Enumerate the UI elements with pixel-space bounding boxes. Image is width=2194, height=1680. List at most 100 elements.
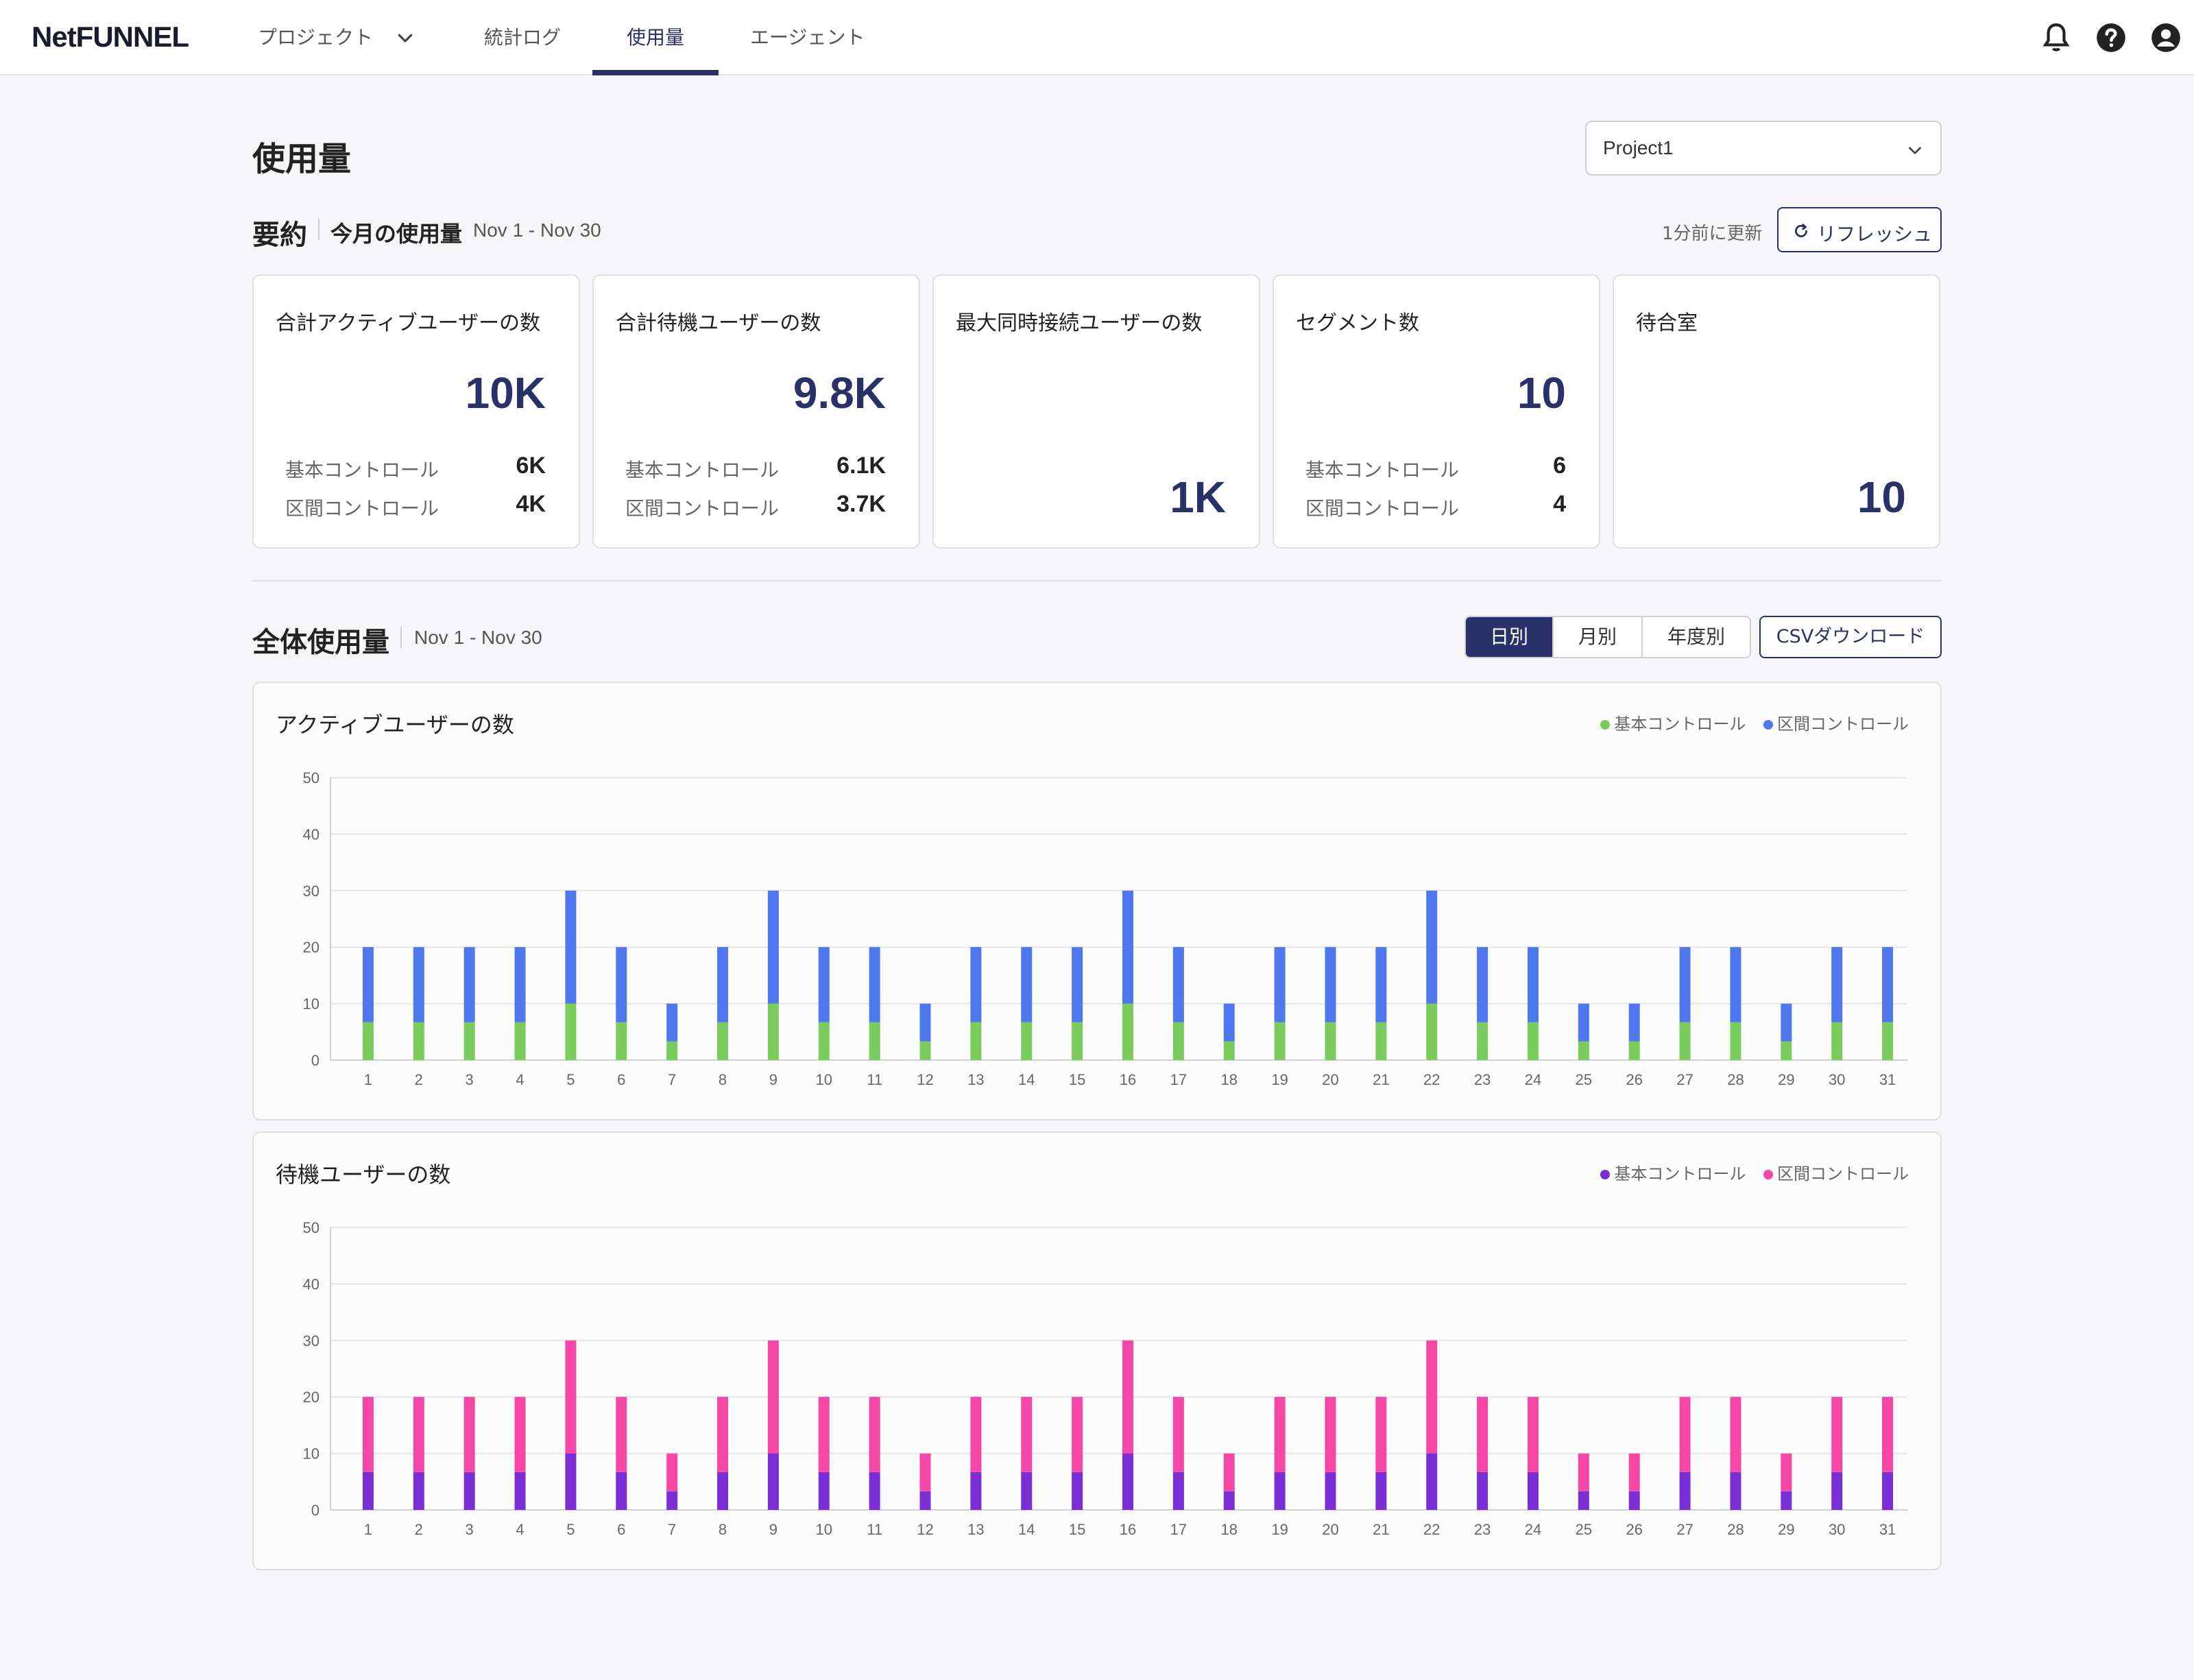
bar-basic <box>1628 1041 1640 1060</box>
card-row-label: 区間コントロール <box>625 497 780 520</box>
bar-section <box>1172 947 1184 1022</box>
account-icon[interactable] <box>2149 21 2183 55</box>
x-tick-label: 2 <box>415 1521 423 1538</box>
x-tick-label: 14 <box>1018 1521 1035 1538</box>
summary-subheading: 今月の使用量 <box>330 221 463 247</box>
x-tick-label: 21 <box>1373 1071 1389 1088</box>
x-tick-label: 20 <box>1322 1071 1338 1088</box>
bar-basic <box>616 1472 627 1510</box>
x-tick-label: 30 <box>1829 1071 1845 1088</box>
bar-basic <box>1781 1041 1792 1060</box>
bar-basic <box>1122 1453 1133 1510</box>
nav-item-label: エージェント <box>750 26 865 49</box>
x-tick-label: 26 <box>1626 1521 1642 1538</box>
bar-basic <box>1882 1472 1894 1510</box>
bar-basic <box>1172 1472 1184 1510</box>
x-tick-label: 18 <box>1220 1071 1237 1088</box>
bar-basic <box>1477 1022 1488 1060</box>
help-icon[interactable] <box>2094 21 2128 55</box>
toggle-daily[interactable]: 日別 <box>1466 617 1552 657</box>
card-total-active-users: 合計アクティブユーザーの数 10K 基本コントロール 6K 区間コントロール 4… <box>252 274 580 549</box>
x-tick-label: 28 <box>1727 1521 1744 1538</box>
project-select[interactable]: Project1 <box>1585 121 1942 176</box>
bar-section <box>362 1397 374 1472</box>
bar-basic <box>919 1041 931 1060</box>
bar-section <box>1477 1397 1488 1472</box>
x-tick-label: 15 <box>1069 1521 1085 1538</box>
x-tick-label: 13 <box>967 1071 984 1088</box>
bar-basic <box>514 1472 526 1510</box>
nav-item-agent[interactable]: エージェント <box>750 0 865 75</box>
x-tick-label: 7 <box>668 1521 676 1538</box>
x-tick-label: 23 <box>1474 1071 1491 1088</box>
bar-section <box>1122 890 1133 1004</box>
x-tick-label: 10 <box>816 1521 832 1538</box>
bar-basic <box>1274 1472 1286 1510</box>
divider <box>400 627 402 649</box>
bar-section <box>1477 947 1488 1022</box>
bar-section <box>1426 1340 1438 1454</box>
period-toggle: 日別 月別 年度別 <box>1464 616 1751 658</box>
bar-section <box>362 947 374 1022</box>
nav-item-usage[interactable]: 使用量 <box>592 0 719 75</box>
nav-item-label: 統計ログ <box>484 26 562 49</box>
bar-section <box>1223 1453 1235 1491</box>
refresh-button[interactable]: リフレッシュ <box>1777 207 1942 252</box>
bar-basic <box>413 1472 424 1510</box>
x-tick-label: 19 <box>1271 1071 1288 1088</box>
bar-section <box>767 890 779 1004</box>
y-tick-label: 50 <box>303 769 320 787</box>
bar-section <box>818 947 830 1022</box>
toggle-yearly[interactable]: 年度別 <box>1643 617 1750 657</box>
csv-download-button[interactable]: CSVダウンロード <box>1759 616 1942 658</box>
x-tick-label: 21 <box>1373 1521 1389 1538</box>
nav-item-stats-log[interactable]: 統計ログ <box>484 0 561 75</box>
bar-section <box>970 1397 982 1472</box>
card-row-value: 4K <box>516 491 546 517</box>
nav-item-project[interactable]: プロジェクト <box>258 0 373 75</box>
bar-section <box>1375 947 1387 1022</box>
card-row-value: 6.1K <box>836 453 886 479</box>
bar-basic <box>1426 1453 1438 1510</box>
bar-section <box>1628 1453 1640 1491</box>
top-nav: NetFUNNEL プロジェクト 統計ログ 使用量 エージェント <box>0 0 2194 75</box>
y-tick-label: 10 <box>303 996 320 1013</box>
bar-basic <box>717 1472 729 1510</box>
bar-section <box>1274 1397 1286 1472</box>
bar-section <box>1730 1397 1741 1472</box>
bar-section <box>666 1003 678 1042</box>
bar-section <box>514 1397 526 1472</box>
bar-basic <box>514 1022 526 1060</box>
card-row-label: 区間コントロール <box>285 497 439 520</box>
bar-section <box>1172 1397 1184 1472</box>
x-tick-label: 22 <box>1423 1521 1440 1538</box>
bar-basic <box>362 1472 374 1510</box>
x-tick-label: 2 <box>415 1071 423 1088</box>
card-title: 合計待機ユーザーの数 <box>616 311 821 335</box>
bar-basic <box>869 1022 880 1060</box>
x-tick-label: 27 <box>1676 1071 1693 1088</box>
bar-basic <box>1325 1472 1336 1510</box>
x-tick-label: 22 <box>1423 1071 1440 1088</box>
chevron-down-icon[interactable] <box>395 27 415 48</box>
card-row-label: 基本コントロール <box>285 459 439 481</box>
bar-section <box>1628 1003 1640 1042</box>
y-tick-label: 20 <box>303 1389 320 1406</box>
x-tick-label: 13 <box>967 1521 984 1538</box>
x-tick-label: 28 <box>1727 1071 1744 1088</box>
bar-basic <box>1223 1041 1235 1060</box>
bar-section <box>869 1397 880 1472</box>
card-row-value: 6 <box>1553 453 1566 479</box>
toggle-monthly[interactable]: 月別 <box>1554 617 1641 657</box>
bar-section <box>1831 1397 1843 1472</box>
bell-icon[interactable] <box>2039 21 2073 55</box>
bar-section <box>463 947 475 1022</box>
bar-section <box>717 947 729 1022</box>
x-tick-label: 23 <box>1474 1521 1491 1538</box>
divider <box>318 218 320 240</box>
bar-section <box>616 1397 627 1472</box>
bar-basic <box>1831 1472 1843 1510</box>
bar-basic <box>818 1472 830 1510</box>
chart-plot: 010203040501 2 3 4 5 6 7 8 9 10 11 12 13 14 15 16 17 18 19… <box>303 769 1907 1088</box>
bar-section <box>1882 947 1894 1022</box>
